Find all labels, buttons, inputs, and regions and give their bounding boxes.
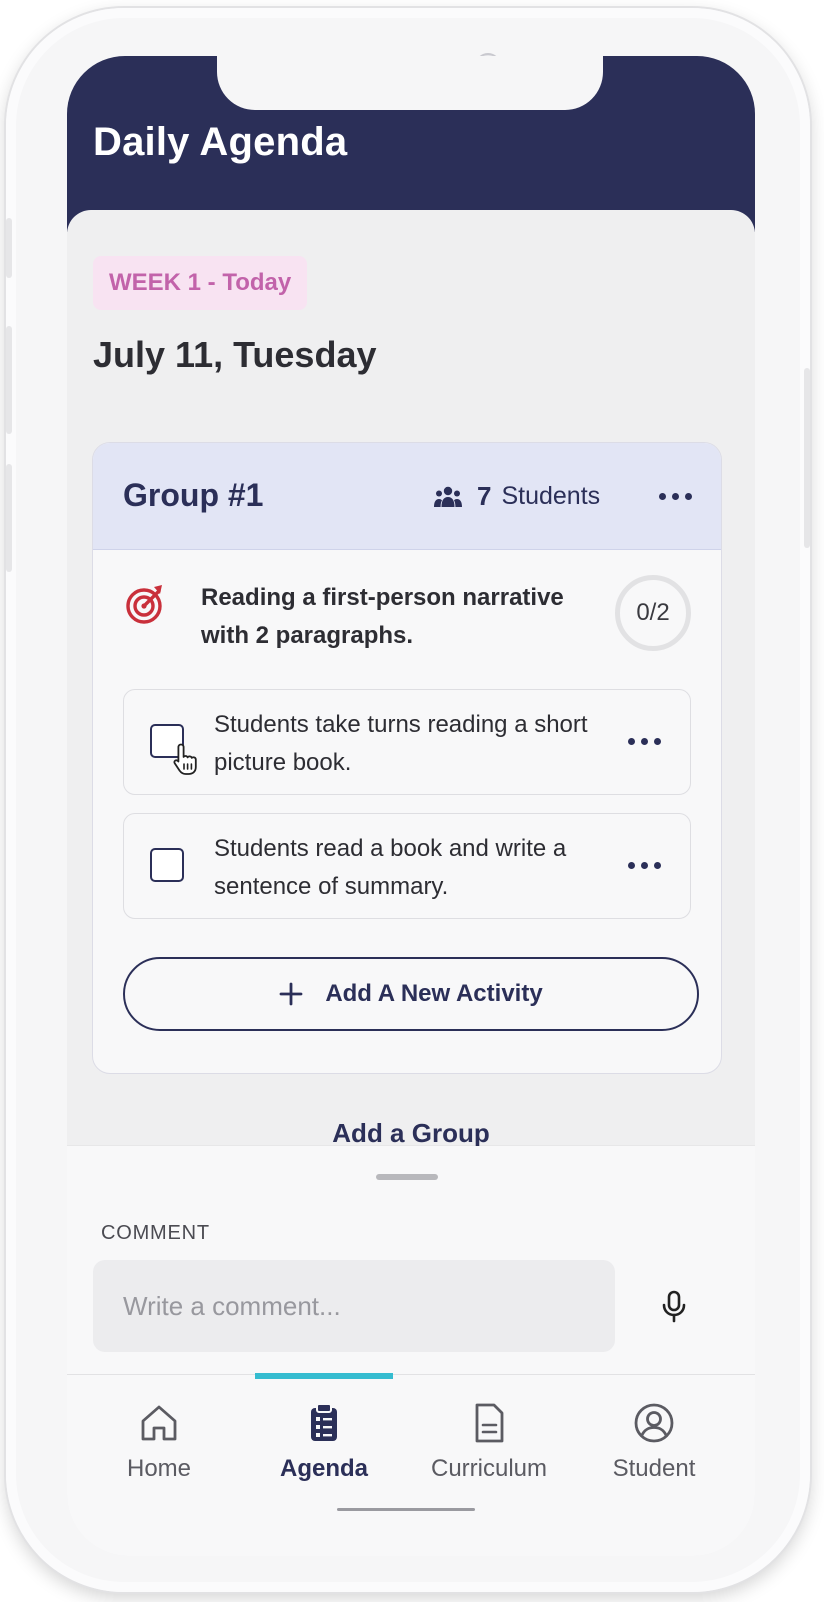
add-group-button[interactable]: Add a Group (67, 1118, 755, 1149)
activity-item[interactable]: Students take turns reading a short pict… (123, 689, 691, 795)
user-circle-icon (634, 1403, 674, 1443)
activity-more-button[interactable] (628, 738, 661, 745)
more-dot (628, 862, 635, 869)
add-activity-label: Add A New Activity (325, 980, 543, 1007)
document-icon (475, 1403, 504, 1443)
more-dot (654, 862, 661, 869)
more-dot (659, 493, 666, 500)
nav-item-agenda[interactable]: Agenda (239, 1401, 409, 1483)
home-icon (141, 1405, 177, 1441)
more-dot (654, 738, 661, 745)
nav-item-curriculum[interactable]: Curriculum (404, 1401, 574, 1483)
add-activity-button[interactable]: Add A New Activity (123, 957, 699, 1031)
comment-input[interactable] (93, 1260, 615, 1352)
microphone-icon[interactable] (661, 1290, 687, 1324)
people-icon (434, 486, 462, 507)
plus-icon (279, 982, 303, 1006)
group-header: Group #1 7 Students (93, 443, 721, 550)
more-dot (628, 738, 635, 745)
group-card: Group #1 7 Students Reading a first-pers… (92, 442, 722, 1074)
nav-label: Agenda (279, 1455, 368, 1482)
side-button (6, 326, 12, 434)
more-dot (685, 493, 692, 500)
nav-item-home[interactable]: Home (74, 1401, 244, 1483)
week-badge: WEEK 1 - Today (93, 256, 308, 310)
group-more-button[interactable] (659, 493, 692, 500)
nav-item-student[interactable]: Student (569, 1401, 739, 1483)
target-icon (126, 585, 162, 624)
app-screen: Daily Agenda WEEK 1 - Today July 11, Tue… (67, 56, 755, 1556)
students-label: Students (501, 482, 601, 510)
comment-label: COMMENT (101, 1222, 210, 1244)
activity-text: Students read a book and write a sentenc… (214, 835, 567, 900)
nav-label: Student (612, 1455, 696, 1482)
nav-label: Curriculum (430, 1455, 547, 1482)
activity-text: Students take turns reading a short pict… (214, 711, 588, 776)
activity-checkbox[interactable] (150, 848, 184, 882)
student-count[interactable]: 7 Students (433, 481, 600, 512)
learning-objective: Reading a first-person narrative with 2 … (125, 575, 691, 669)
home-indicator (337, 1508, 475, 1511)
objective-text: Reading a first-person narrative with 2 … (201, 584, 564, 649)
hand-cursor-icon (173, 743, 197, 775)
side-button (6, 218, 12, 278)
more-dot (641, 862, 648, 869)
agenda-date: July 11, Tuesday (93, 334, 377, 375)
page-title: Daily Agenda (93, 120, 348, 164)
side-button (804, 368, 810, 548)
nav-label: Home (126, 1455, 192, 1482)
student-count-value: 7 (477, 481, 492, 511)
notch (217, 56, 603, 110)
progress-ring: 0/2 (615, 575, 691, 651)
group-name: Group #1 (123, 477, 264, 513)
comment-sheet: COMMENT (67, 1146, 755, 1376)
bottom-navigation: Home Agenda Curriculum Student (67, 1373, 755, 1556)
side-button (6, 464, 12, 572)
clipboard-icon (311, 1403, 337, 1441)
sheet-drag-handle[interactable] (376, 1174, 438, 1180)
more-dot (641, 738, 648, 745)
activity-item[interactable]: Students read a book and write a sentenc… (123, 813, 691, 919)
activity-more-button[interactable] (628, 862, 661, 869)
app-header: Daily Agenda (67, 56, 755, 232)
more-dot (672, 493, 679, 500)
active-tab-indicator (255, 1373, 393, 1379)
